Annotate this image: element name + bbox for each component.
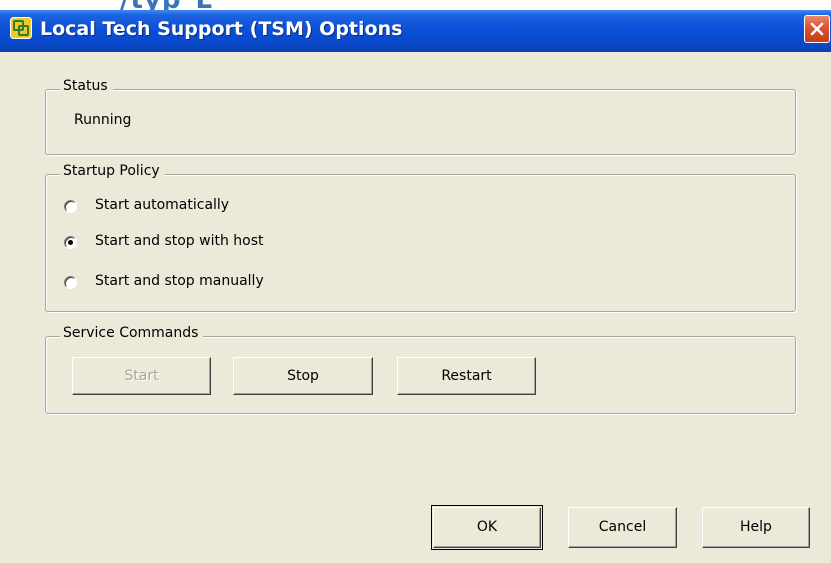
screen: /typ_L_ Local Tech Support (TSM) Options… — [0, 0, 831, 563]
radio-button[interactable] — [64, 276, 77, 289]
startup-policy-group: Startup Policy Start automatically Start… — [45, 163, 796, 312]
tsm-options-dialog: Local Tech Support (TSM) Options Status … — [0, 10, 831, 563]
service-commands-legend: Service Commands — [60, 325, 204, 341]
startup-policy-legend: Startup Policy — [60, 163, 165, 179]
status-value: Running — [74, 112, 132, 128]
help-button[interactable]: Help — [702, 507, 810, 548]
service-commands-group: Service Commands Start Stop Restart — [45, 325, 796, 414]
status-group: Status Running — [45, 78, 796, 155]
start-button: Start — [72, 357, 211, 395]
close-button[interactable] — [804, 15, 830, 43]
window-title: Local Tech Support (TSM) Options — [40, 18, 403, 40]
restart-button[interactable]: Restart — [397, 357, 536, 395]
radio-label: Start automatically — [95, 197, 230, 213]
radio-label: Start and stop manually — [95, 273, 264, 289]
radio-button[interactable] — [64, 200, 77, 213]
radio-button-selected[interactable] — [64, 236, 77, 249]
stop-button[interactable]: Stop — [233, 357, 373, 395]
radio-label: Start and stop with host — [95, 233, 264, 249]
cancel-button[interactable]: Cancel — [568, 507, 677, 548]
close-icon — [810, 22, 824, 36]
vmware-logo-icon — [10, 17, 32, 39]
ok-button[interactable]: OK — [431, 505, 543, 550]
status-legend: Status — [60, 78, 113, 94]
title-bar[interactable]: Local Tech Support (TSM) Options — [0, 10, 831, 52]
